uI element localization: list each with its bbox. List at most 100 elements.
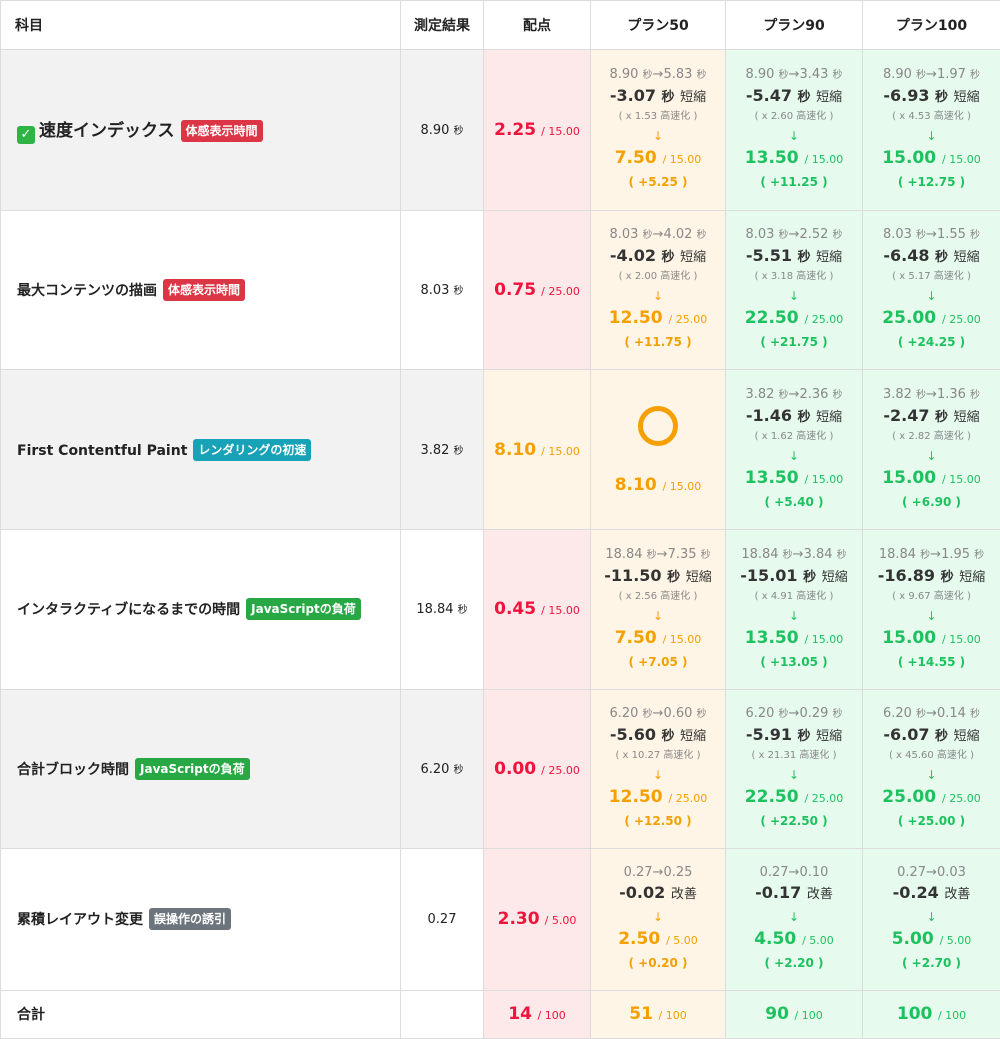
plan50-cell: 8.10 / 15.00 <box>591 370 726 530</box>
header-plan90: プラン90 <box>726 1 863 50</box>
result-cell: 6.20 秒 <box>401 689 484 849</box>
total-label: 合計 <box>1 1007 45 1023</box>
gain: ( +13.05 ) <box>760 651 827 673</box>
delta: -16.89 秒 短縮 <box>878 565 985 589</box>
delta: -4.02 秒 短縮 <box>610 245 706 269</box>
total-plan50: 51 <box>629 1004 653 1024</box>
result-value: 0.27 <box>428 912 457 927</box>
score-cell: 2.30 / 5.00 <box>484 849 591 991</box>
speedup: ( x 3.18 高速化 ) <box>755 269 834 285</box>
new-score: 7.50 / 15.00 <box>615 627 702 651</box>
from-to: 18.84 秒→1.95 秒 <box>879 546 984 565</box>
delta: -5.47 秒 短縮 <box>746 85 842 109</box>
total-plan100-cell: 100 / 100 <box>863 990 1000 1038</box>
header-result: 測定結果 <box>401 1 484 50</box>
down-arrow-icon: ↓ <box>789 764 799 786</box>
speedup: ( x 4.53 高速化 ) <box>892 109 971 125</box>
new-score: 13.50 / 15.00 <box>745 147 843 171</box>
delta: -5.60 秒 短縮 <box>610 724 706 748</box>
result-value: 18.84 <box>416 602 453 617</box>
score-value: 2.30 <box>498 909 540 929</box>
down-arrow-icon: ↓ <box>926 906 936 928</box>
new-score: 25.00 / 25.00 <box>882 307 980 331</box>
total-plan50-cell: 51 / 100 <box>591 990 726 1038</box>
result-value: 8.90 <box>420 123 449 138</box>
gain: ( +25.00 ) <box>898 810 965 832</box>
down-arrow-icon: ↓ <box>926 445 936 467</box>
table-row: インタラクティブになるまでの時間JavaScriptの負荷 18.84 秒 0.… <box>1 529 1000 689</box>
total-score: 14 <box>508 1004 532 1024</box>
delta: -5.91 秒 短縮 <box>746 724 842 748</box>
new-score: 15.00 / 15.00 <box>882 627 980 651</box>
from-to: 8.90 秒→3.43 秒 <box>745 66 842 85</box>
gain: ( +12.50 ) <box>624 810 691 832</box>
unit-sec: 秒 <box>454 126 464 137</box>
gain: ( +2.20 ) <box>765 952 824 974</box>
plan90-cell: 6.20 秒→0.29 秒 -5.91 秒 短縮 ( x 21.31 高速化 )… <box>726 689 863 849</box>
from-to: 8.90 秒→5.83 秒 <box>609 66 706 85</box>
header-row: 科目 測定結果 配点 プラン50 プラン90 プラン100 <box>1 1 1000 50</box>
speedup: ( x 2.82 高速化 ) <box>892 429 971 445</box>
speedup: ( x 2.56 高速化 ) <box>619 589 698 605</box>
new-score: 2.50 / 5.00 <box>618 928 698 952</box>
category-badge: 誤操作の誘引 <box>149 908 231 930</box>
score-max: / 25.00 <box>541 285 580 298</box>
score-max: / 5.00 <box>545 914 577 927</box>
score-cell: 8.10 / 15.00 <box>484 370 591 530</box>
category-badge: 体感表示時間 <box>163 279 245 301</box>
delta: -0.24 改善 <box>893 882 971 906</box>
new-score: 22.50 / 25.00 <box>745 307 843 331</box>
down-arrow-icon: ↓ <box>789 906 799 928</box>
header-plan100: プラン100 <box>863 1 1000 50</box>
total-max: / 100 <box>538 1009 566 1022</box>
from-to: 6.20 秒→0.60 秒 <box>609 705 706 724</box>
score-value: 0.00 <box>494 759 536 779</box>
result-value: 8.03 <box>420 283 449 298</box>
score-max: / 15.00 <box>541 445 580 458</box>
new-score: 5.00 / 5.00 <box>892 928 972 952</box>
new-score: 4.50 / 5.00 <box>754 928 834 952</box>
result-cell: 8.03 秒 <box>401 210 484 370</box>
new-score: 12.50 / 25.00 <box>609 307 707 331</box>
plan90-cell: 8.90 秒→3.43 秒 -5.47 秒 短縮 ( x 2.60 高速化 ) … <box>726 50 863 211</box>
table-row: First Contentful Paintレンダリングの初速 3.82 秒 8… <box>1 370 1000 530</box>
header-score: 配点 <box>484 1 591 50</box>
from-to: 3.82 秒→2.36 秒 <box>745 386 842 405</box>
score-value: 8.10 <box>494 440 536 460</box>
score-table: 科目 測定結果 配点 プラン50 プラン90 プラン100 ✓速度インデックス体… <box>0 0 1000 1039</box>
new-score: 25.00 / 25.00 <box>882 786 980 810</box>
gain: ( +6.90 ) <box>902 491 961 513</box>
from-to: 8.90 秒→1.97 秒 <box>883 66 980 85</box>
new-score: 12.50 / 25.00 <box>609 786 707 810</box>
subject-label: 累積レイアウト変更 <box>17 912 143 928</box>
plan100-cell: 18.84 秒→1.95 秒 -16.89 秒 短縮 ( x 9.67 高速化 … <box>863 529 1000 689</box>
subject-label: 最大コンテンツの描画 <box>17 283 157 299</box>
score-value: 0.75 <box>494 280 536 300</box>
score-value: 0.45 <box>494 599 536 619</box>
delta: -6.48 秒 短縮 <box>883 245 979 269</box>
new-score: 13.50 / 15.00 <box>745 627 843 651</box>
unit-sec: 秒 <box>454 765 464 776</box>
from-to: 8.03 秒→4.02 秒 <box>609 226 706 245</box>
from-to: 0.27→0.25 <box>624 864 693 882</box>
table-row: 最大コンテンツの描画体感表示時間 8.03 秒 0.75 / 25.00 8.0… <box>1 210 1000 370</box>
total-result-cell <box>401 990 484 1038</box>
total-max: / 100 <box>938 1009 966 1022</box>
plan90-cell: 3.82 秒→2.36 秒 -1.46 秒 短縮 ( x 1.62 高速化 ) … <box>726 370 863 530</box>
subject-cell: 最大コンテンツの描画体感表示時間 <box>1 210 401 370</box>
down-arrow-icon: ↓ <box>653 125 663 147</box>
category-badge: JavaScriptの負荷 <box>135 758 250 780</box>
subject-label: 速度インデックス <box>39 121 175 141</box>
gain: ( +5.25 ) <box>629 171 688 193</box>
subject-label: 合計ブロック時間 <box>17 762 129 778</box>
new-score: 13.50 / 15.00 <box>745 467 843 491</box>
delta: -11.50 秒 短縮 <box>604 565 711 589</box>
speedup: ( x 45.60 高速化 ) <box>889 748 974 764</box>
result-cell: 3.82 秒 <box>401 370 484 530</box>
down-arrow-icon: ↓ <box>789 285 799 307</box>
plan100-cell: 6.20 秒→0.14 秒 -6.07 秒 短縮 ( x 45.60 高速化 )… <box>863 689 1000 849</box>
gain: ( +24.25 ) <box>898 331 965 353</box>
subject-label: インタラクティブになるまでの時間 <box>17 602 240 618</box>
down-arrow-icon: ↓ <box>653 285 663 307</box>
down-arrow-icon: ↓ <box>789 605 799 627</box>
